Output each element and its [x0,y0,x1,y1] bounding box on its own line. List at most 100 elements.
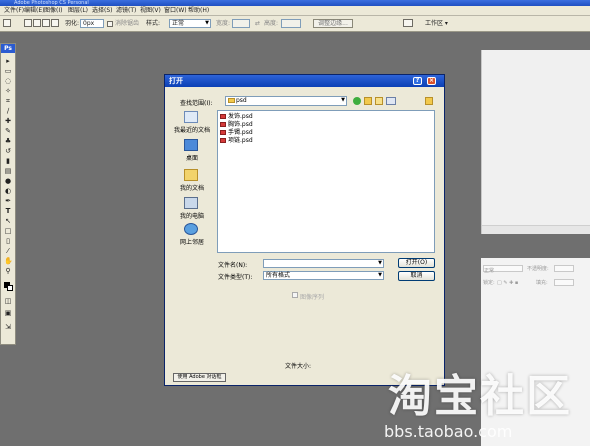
opacity-label: 不透明度: [527,266,549,272]
filename-input[interactable]: ▼ [263,259,384,268]
use-adobe-dialog-button[interactable]: 使用 Adobe 对话框 [173,373,226,382]
marquee-tool-icon[interactable] [3,19,11,27]
place-mydocuments[interactable]: 我的文档 [170,169,214,195]
swap-icon[interactable]: ⇄ [255,16,260,32]
options-bar: 羽化: 0px 消除锯齿 样式: 正常 ▼ 宽度: ⇄ 高度: 调整边缘... 工… [0,16,590,32]
file-browser-icon[interactable] [403,19,413,27]
lasso-tool-icon[interactable]: ◌ [4,78,12,85]
background-color-icon[interactable] [7,285,13,291]
fill-input[interactable] [554,279,574,286]
dodge-tool-icon[interactable]: ◐ [4,188,12,195]
my-documents-icon [184,169,198,181]
opacity-input[interactable] [554,265,574,272]
jump-to-imageready-icon[interactable]: ⇲ [4,324,12,331]
crop-tool-icon[interactable]: ⌗ [4,98,12,105]
lock-label: 锁定: [483,280,495,286]
place-recent[interactable]: 我最近的文档 [170,111,214,137]
new-selection-icon[interactable] [24,19,32,27]
quickmask-icon[interactable]: ◫ [4,298,12,305]
lookin-label: 查找范围(I): [180,100,213,107]
help-button[interactable]: ? [413,77,422,85]
cancel-button[interactable]: 取消 [398,271,435,281]
lookin-value: psd [236,97,247,104]
style-label: 样式: [146,20,161,27]
file-list[interactable]: 发饰.psd 胸饰.psd 手镯.psd 项链.psd [217,110,435,253]
place-network[interactable]: 网上邻居 [170,223,214,249]
fill-label: 填充: [536,280,548,286]
filename-label: 文件名(N): [218,262,248,269]
menu-select[interactable]: 选择(S) [92,6,113,16]
menu-image[interactable]: 图像(I) [44,6,62,16]
zoom-tool-icon[interactable]: ⚲ [4,268,12,275]
network-icon [184,223,198,235]
folder-browse-icon[interactable] [425,97,433,105]
filetype-label: 文件类型(T): [218,274,253,281]
menu-help[interactable]: 帮助(H) [188,6,209,16]
navigator-panel [481,50,590,234]
feather-label: 羽化: [65,20,80,27]
stamp-tool-icon[interactable]: ♣ [4,138,12,145]
gradient-tool-icon[interactable]: ▤ [4,168,12,175]
move-tool-icon[interactable]: ▸ [4,58,12,65]
list-item[interactable]: 项链.psd [220,137,253,144]
open-button[interactable]: 打开(O) [398,258,435,268]
subtract-selection-icon[interactable] [42,19,50,27]
magic-wand-icon[interactable]: ✧ [4,88,12,95]
lock-icons[interactable]: □ ✎ ✚ ▪ [497,278,518,288]
history-brush-icon[interactable]: ↺ [4,148,12,155]
lookin-select[interactable]: psd ▼ [225,96,347,106]
place-mycomputer[interactable]: 我的电脑 [170,197,214,223]
workspace-button[interactable]: 工作区 ▾ [425,16,448,32]
path-select-icon[interactable]: ↖ [4,218,12,225]
shape-tool-icon[interactable]: □ [4,228,12,235]
menu-view[interactable]: 视图(V) [140,6,161,16]
back-icon[interactable] [353,97,361,105]
layers-lock-row: 锁定: □ ✎ ✚ ▪ 填充: [483,278,588,288]
marquee-tool-icon[interactable]: ▭ [4,68,12,75]
list-item[interactable]: 胸饰.psd [220,121,253,128]
pen-tool-icon[interactable]: ✒ [4,198,12,205]
intersect-selection-icon[interactable] [51,19,59,27]
width-label: 宽度: [216,20,231,27]
psd-file-icon [220,114,226,119]
new-folder-icon[interactable] [375,97,383,105]
menu-file[interactable]: 文件(F) [4,6,24,16]
screen-mode-icon[interactable]: ▣ [4,310,12,317]
menu-window[interactable]: 窗口(W) [164,6,187,16]
notes-tool-icon[interactable]: ▯ [4,238,12,245]
style-select[interactable]: 正常 ▼ [169,19,211,28]
blur-tool-icon[interactable]: ● [4,178,12,185]
eyedropper-icon[interactable]: ⁄ [4,248,12,255]
hand-tool-icon[interactable]: ✋ [4,258,13,265]
width-input[interactable] [232,19,250,28]
menu-filter[interactable]: 滤镜(T) [116,6,136,16]
image-sequence-checkbox[interactable] [292,292,298,298]
type-tool-icon[interactable]: T [4,208,12,215]
chevron-down-icon: ▼ [378,272,382,278]
menu-layer[interactable]: 图层(L) [68,6,88,16]
feather-input[interactable]: 0px [80,19,104,28]
height-input[interactable] [281,19,301,28]
menu-edit[interactable]: 编辑(E) [24,6,44,16]
add-selection-icon[interactable] [33,19,41,27]
list-item[interactable]: 发饰.psd [220,113,253,120]
desktop-icon [184,139,198,151]
chevron-down-icon: ▼ [205,20,209,26]
file-size-label: 文件大小: [285,363,312,370]
antialias-label: 消除锯齿 [115,20,140,27]
slice-tool-icon[interactable]: ∕ [4,108,12,115]
place-mydocuments-label: 我的文档 [179,185,204,192]
blend-mode-select[interactable]: 正常 [483,265,523,274]
close-button[interactable]: × [427,77,436,85]
list-item[interactable]: 手镯.psd [220,129,253,136]
height-label: 高度: [264,20,279,27]
brush-tool-icon[interactable]: ✎ [4,128,12,135]
place-desktop[interactable]: 桌面 [170,139,214,165]
up-folder-icon[interactable] [364,97,372,105]
eraser-tool-icon[interactable]: ▮ [4,158,12,165]
antialias-checkbox[interactable] [107,21,113,27]
adjust-edge-button[interactable]: 调整边缘... [313,19,353,28]
view-menu-icon[interactable] [386,97,396,105]
filetype-select[interactable]: 所有格式 ▼ [263,271,384,280]
healing-brush-icon[interactable]: ✚ [4,118,12,125]
